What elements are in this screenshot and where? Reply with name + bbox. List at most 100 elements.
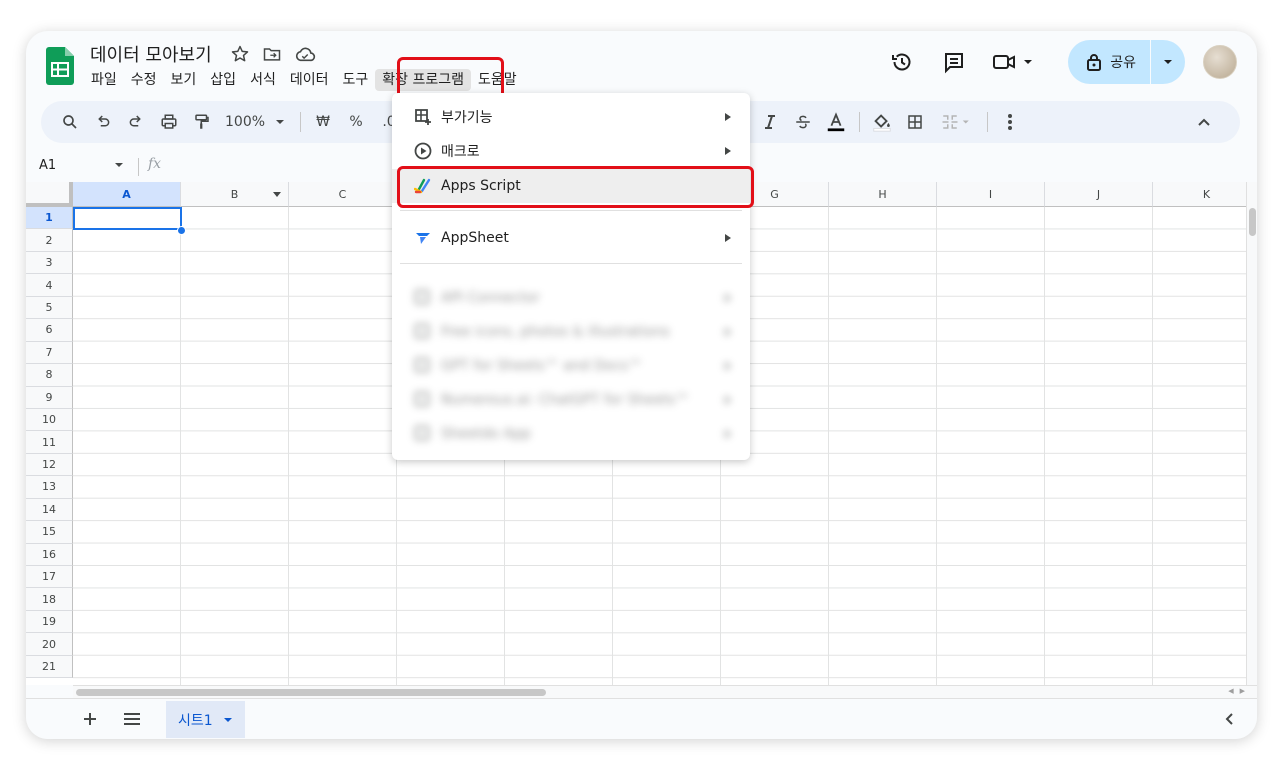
column-header[interactable]: H [829, 182, 937, 207]
submenu-arrow-icon [724, 361, 732, 371]
share-button[interactable]: 공유 [1068, 40, 1185, 84]
active-cell-selection[interactable] [73, 207, 182, 230]
move-folder-icon[interactable] [262, 44, 282, 64]
menu-view[interactable]: 보기 [164, 69, 204, 91]
menu-item-addons[interactable]: 부가기능 [392, 100, 750, 134]
row-header[interactable]: 2 [26, 229, 73, 252]
column-header[interactable]: B [181, 182, 289, 207]
horizontal-scroll-thumb[interactable] [76, 689, 546, 696]
vertical-scrollbar[interactable] [1246, 182, 1257, 685]
version-history-icon[interactable] [882, 42, 922, 82]
horizontal-scrollbar[interactable]: ◀ ▶ [73, 685, 1257, 698]
add-sheet-plus-icon[interactable] [78, 707, 102, 731]
lock-icon [1086, 53, 1102, 71]
scroll-left-icon[interactable]: ◀ [1228, 687, 1233, 695]
strikethrough-icon[interactable] [789, 108, 817, 136]
row-header[interactable]: 21 [26, 655, 73, 679]
row-header[interactable]: 9 [26, 386, 73, 409]
name-box-chevron-down-icon[interactable] [114, 160, 124, 170]
column-header[interactable]: I [937, 182, 1045, 207]
sheet-tab-label: 시트1 [178, 712, 213, 729]
appsheet-logo-icon [414, 229, 432, 247]
column-menu-chevron-down-icon [273, 192, 281, 197]
row-header[interactable]: 19 [26, 610, 73, 634]
row-header[interactable]: 11 [26, 431, 73, 454]
collapse-menus-chevron-up-icon[interactable] [1190, 108, 1218, 136]
all-sheets-menu-icon[interactable] [120, 707, 144, 731]
fill-color-icon[interactable] [868, 108, 896, 136]
fx-icon: fx [148, 156, 162, 172]
paint-format-icon[interactable] [188, 108, 216, 136]
row-header[interactable]: 20 [26, 633, 73, 656]
menu-insert[interactable]: 삽입 [203, 69, 243, 91]
row-header[interactable]: 10 [26, 408, 73, 432]
format-currency-button[interactable]: ₩ [309, 108, 337, 136]
row-header[interactable]: 4 [26, 274, 73, 297]
row-header[interactable]: 12 [26, 453, 73, 477]
italic-icon[interactable] [756, 108, 784, 136]
menu-format[interactable]: 서식 [243, 69, 283, 91]
zoom-value: 100% [225, 114, 266, 130]
row-header[interactable]: 8 [26, 364, 73, 387]
redo-icon[interactable] [122, 108, 150, 136]
row-header[interactable]: 15 [26, 521, 73, 544]
column-header[interactable]: K [1153, 182, 1246, 207]
undo-icon[interactable] [89, 108, 117, 136]
column-header[interactable]: J [1045, 182, 1153, 207]
document-title[interactable]: 데이터 모아보기 [90, 41, 212, 67]
menu-edit[interactable]: 수정 [124, 69, 164, 91]
row-header[interactable]: 6 [26, 319, 73, 342]
column-header[interactable]: A [73, 182, 181, 207]
row-headers: 1 2 3 4 5 6 7 8 9 10 11 12 13 14 15 16 1… [26, 207, 73, 679]
chevron-left-icon[interactable] [1219, 709, 1239, 729]
user-avatar[interactable] [1203, 45, 1237, 79]
zoom-select[interactable]: 100% [221, 108, 291, 136]
row-header[interactable]: 13 [26, 476, 73, 499]
addon-grid-icon [414, 425, 432, 443]
text-color-icon[interactable] [822, 108, 850, 136]
menu-file[interactable]: 파일 [84, 69, 124, 91]
row-header[interactable]: 1 [26, 207, 73, 230]
row-header[interactable]: 3 [26, 251, 73, 275]
vertical-scroll-thumb[interactable] [1249, 208, 1256, 236]
share-options-chevron-icon[interactable] [1151, 40, 1185, 84]
meet-video-icon[interactable] [986, 42, 1042, 82]
menu-item-macros[interactable]: 매크로 [392, 134, 750, 168]
submenu-arrow-icon [724, 327, 732, 337]
menu-item-installed-addon[interactable]: API Connector [392, 281, 750, 315]
search-menus-icon[interactable] [56, 108, 84, 136]
row-header[interactable]: 17 [26, 566, 73, 589]
google-sheets-logo[interactable] [46, 47, 74, 85]
menu-tools[interactable]: 도구 [335, 69, 375, 91]
row-header[interactable]: 14 [26, 498, 73, 522]
menu-item-installed-addon[interactable]: Numerous.ai: ChatGPT for Sheets™ [392, 383, 750, 417]
column-header[interactable]: C [289, 182, 397, 207]
more-options-icon[interactable] [996, 108, 1024, 136]
cloud-saved-icon[interactable] [294, 44, 316, 64]
extensions-dropdown-menu: 부가기능 매크로 Apps Script AppSheet API Connec… [392, 93, 750, 460]
format-percent-button[interactable]: % [342, 108, 370, 136]
row-header[interactable]: 5 [26, 296, 73, 320]
menu-item-installed-addon[interactable]: GPT for Sheets™ and Docs™ [392, 349, 750, 383]
menu-data[interactable]: 데이터 [283, 69, 336, 91]
select-all-corner[interactable] [26, 182, 73, 207]
menu-item-appsheet[interactable]: AppSheet [392, 221, 750, 255]
addon-grid-icon [414, 391, 432, 409]
row-header[interactable]: 7 [26, 341, 73, 365]
menu-item-installed-addon[interactable]: Free icons, photos & illustrations [392, 315, 750, 349]
print-icon[interactable] [155, 108, 183, 136]
sheet-tab[interactable]: 시트1 [166, 701, 245, 738]
borders-icon[interactable] [901, 108, 929, 136]
row-header[interactable]: 16 [26, 543, 73, 566]
addon-grid-icon [414, 357, 432, 375]
menu-item-installed-addon[interactable]: Sheetdo App [392, 417, 750, 451]
fill-handle[interactable] [177, 226, 186, 235]
scroll-right-icon[interactable]: ▶ [1240, 687, 1245, 695]
sheet-bar: 시트1 [26, 698, 1257, 739]
star-icon[interactable] [230, 44, 250, 64]
comments-icon[interactable] [934, 42, 974, 82]
row-header[interactable]: 18 [26, 588, 73, 611]
addon-grid-icon [414, 323, 432, 341]
name-box[interactable]: A1 [39, 158, 56, 173]
submenu-arrow-icon [724, 429, 732, 439]
